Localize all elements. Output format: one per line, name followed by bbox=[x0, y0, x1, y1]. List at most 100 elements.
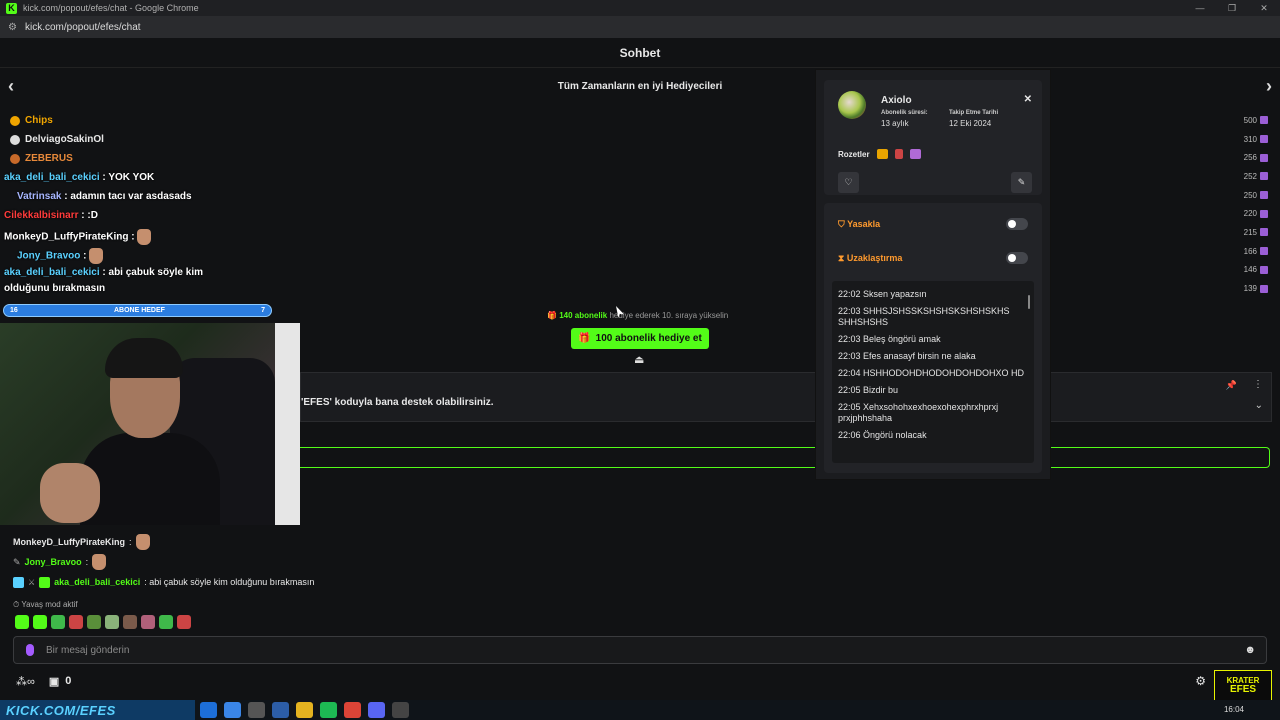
avatar[interactable] bbox=[838, 91, 866, 119]
restore-icon[interactable]: ❐ bbox=[1216, 3, 1248, 14]
gift-count: 166 bbox=[1228, 242, 1268, 261]
mod-action-button[interactable]: ✎ bbox=[1011, 172, 1032, 193]
pinned-message[interactable]: 'EFES' koduyla bana destek olabilirsiniz… bbox=[300, 372, 1272, 422]
emote[interactable] bbox=[159, 615, 173, 629]
site-info-icon[interactable]: ⚙ bbox=[8, 22, 17, 33]
infinity-icon[interactable]: ⁂∞ bbox=[16, 675, 35, 688]
chevron-left-icon[interactable]: ‹ bbox=[8, 76, 14, 97]
user-name[interactable]: Axiolo bbox=[881, 95, 912, 106]
timeout-label: Uzaklaştırma bbox=[846, 252, 903, 263]
gift-box-icon: ▣ bbox=[48, 675, 60, 688]
discord-icon[interactable] bbox=[368, 702, 385, 718]
chat-input[interactable]: ☻ bbox=[13, 636, 1267, 664]
app-icon[interactable] bbox=[272, 702, 289, 718]
mic-icon[interactable] bbox=[26, 644, 34, 656]
chat-message[interactable]: ✎ Jony_Bravoo : bbox=[13, 552, 613, 572]
emote[interactable] bbox=[33, 615, 47, 629]
app-icon[interactable] bbox=[224, 702, 241, 718]
emote[interactable] bbox=[15, 615, 29, 629]
sub-promo-text: 🎁 140 abonelik hediye ederek 10. sıraya … bbox=[547, 311, 729, 320]
emote[interactable] bbox=[87, 615, 101, 629]
chat-username[interactable]: Jony_Bravoo bbox=[25, 557, 82, 567]
streamer-logo: KRATER EFES bbox=[1214, 670, 1272, 702]
goal-current: 16 bbox=[10, 307, 18, 314]
window-title: kick.com/popout/efes/chat - Google Chrom… bbox=[23, 3, 199, 13]
close-window-icon[interactable]: ✕ bbox=[1248, 3, 1280, 14]
emote[interactable] bbox=[123, 615, 137, 629]
sub-goal-bar: 16 ABONE HEDEF 7 bbox=[3, 304, 272, 317]
follow-heart-button[interactable]: ♡ bbox=[838, 172, 859, 193]
slow-mode-icon: ⏱ bbox=[13, 600, 20, 609]
sub-duration-value: 13 aylık bbox=[881, 119, 909, 128]
gifter-row[interactable]: Chips bbox=[10, 111, 260, 130]
hand-emoji-icon bbox=[137, 229, 152, 245]
emote[interactable] bbox=[177, 615, 191, 629]
pinned-text: 'EFES' koduyla bana destek olabilirsiniz… bbox=[301, 397, 494, 408]
message-field[interactable] bbox=[46, 644, 1233, 656]
timeout-toggle[interactable] bbox=[1006, 252, 1028, 264]
top-gifters-title: Tüm Zamanların en iyi Hediyecileri bbox=[557, 80, 723, 92]
gift-count: 146 bbox=[1228, 261, 1268, 280]
chat-title: Sohbet bbox=[0, 38, 1280, 68]
emoji-icon[interactable]: ☻ bbox=[1244, 644, 1256, 656]
emote[interactable] bbox=[51, 615, 65, 629]
chrome-icon[interactable] bbox=[344, 702, 361, 718]
follow-date-value: 12 Eki 2024 bbox=[949, 119, 992, 128]
message-history[interactable]: 22:02 Sksen yapazsın 22:03 SHHSJSHSSKSHS… bbox=[832, 281, 1034, 463]
history-scrollbar[interactable] bbox=[1028, 295, 1030, 309]
chat-message[interactable]: ⚔ aka_deli_bali_cekici : abi çabuk söyle… bbox=[13, 572, 613, 592]
overlay-chat-line: Vatrinsak : adamın tacı var asdasads bbox=[17, 191, 192, 202]
folder-icon[interactable] bbox=[296, 702, 313, 718]
chevron-right-icon[interactable]: › bbox=[1266, 76, 1272, 97]
gift-icon bbox=[1260, 284, 1268, 293]
gifter-row[interactable]: ZEBERUS bbox=[10, 149, 260, 168]
minimize-icon[interactable]: — bbox=[1184, 3, 1216, 14]
chat-message[interactable]: MonkeyD_LuffyPirateKing : bbox=[13, 532, 613, 552]
gift-count: 256 bbox=[1228, 148, 1268, 167]
gift-count: 500 bbox=[1228, 111, 1268, 130]
gifter-row[interactable]: DelviagoSakinOl bbox=[10, 130, 260, 149]
slow-mode-indicator: ⏱ Yavaş mod aktif bbox=[13, 600, 78, 609]
edge-icon[interactable] bbox=[200, 702, 217, 718]
history-line: 22:05 Xehxsohohxexhoexohexphrxhprxj prxj… bbox=[838, 402, 999, 423]
history-line: 22:03 SHHSJSHSSKSHSHSKSHSHSKHS SHHSHSHS bbox=[838, 306, 1010, 327]
ban-toggle[interactable] bbox=[1006, 218, 1028, 230]
close-icon[interactable]: ✕ bbox=[1024, 94, 1032, 105]
overlay-chat-line: aka_deli_bali_cekici : abi çabuk söyle k… bbox=[4, 267, 204, 278]
window-titlebar: K kick.com/popout/efes/chat - Google Chr… bbox=[0, 0, 1280, 16]
address-bar[interactable]: ⚙ kick.com/popout/efes/chat bbox=[0, 16, 1280, 38]
gear-icon[interactable]: ⚙ bbox=[1195, 674, 1206, 688]
badges-label: Rozetler bbox=[838, 150, 870, 159]
taskbar-clock[interactable]: 16:04 bbox=[1224, 705, 1244, 714]
url-text[interactable]: kick.com/popout/efes/chat bbox=[25, 22, 141, 33]
chevron-down-icon[interactable]: ⌄ bbox=[1255, 400, 1263, 411]
gift-subs-button[interactable]: 🎁 100 abonelik hediye et bbox=[571, 328, 709, 349]
goal-label: ABONE HEDEF bbox=[113, 307, 165, 314]
gift-subs-label: 100 abonelik hediye et bbox=[595, 333, 702, 344]
spotify-icon[interactable] bbox=[320, 702, 337, 718]
chat-username[interactable]: MonkeyD_LuffyPirateKing bbox=[13, 537, 125, 547]
overlay-chat-line: aka_deli_bali_cekici : YOK YOK bbox=[4, 172, 155, 183]
gift-counter[interactable]: ▣ 0 bbox=[49, 675, 72, 688]
light-panel bbox=[275, 323, 300, 525]
gift-count: 220 bbox=[1228, 204, 1268, 223]
history-line: 22:02 Sksen yapazsın bbox=[838, 289, 927, 299]
pin-icon[interactable]: 📌 bbox=[1226, 380, 1237, 391]
app-icon[interactable] bbox=[248, 702, 265, 718]
ban-label: Yasakla bbox=[847, 218, 881, 229]
gift-icon bbox=[1260, 116, 1268, 125]
chat-username[interactable]: aka_deli_bali_cekici bbox=[54, 577, 140, 587]
user-info-card: Axiolo ✕ Abonelik süresi: 13 aylık Takip… bbox=[824, 80, 1042, 195]
emote[interactable] bbox=[105, 615, 119, 629]
more-icon[interactable]: ⋮ bbox=[1253, 379, 1263, 390]
obs-icon[interactable] bbox=[392, 702, 409, 718]
kick-logo-icon: K bbox=[6, 2, 17, 14]
hourglass-icon: ⧗ bbox=[838, 252, 845, 263]
emote-bar bbox=[15, 615, 191, 629]
history-line: 22:03 Efes anasayf birsin ne alaka bbox=[838, 351, 976, 361]
emote[interactable] bbox=[69, 615, 83, 629]
hand-emoji-icon bbox=[135, 534, 150, 550]
history-line: 22:04 HSHHODOHDHODOHDOHDOHXO HD bbox=[838, 368, 1025, 378]
emote[interactable] bbox=[141, 615, 155, 629]
collapse-icon[interactable]: ⏏ bbox=[634, 353, 644, 366]
